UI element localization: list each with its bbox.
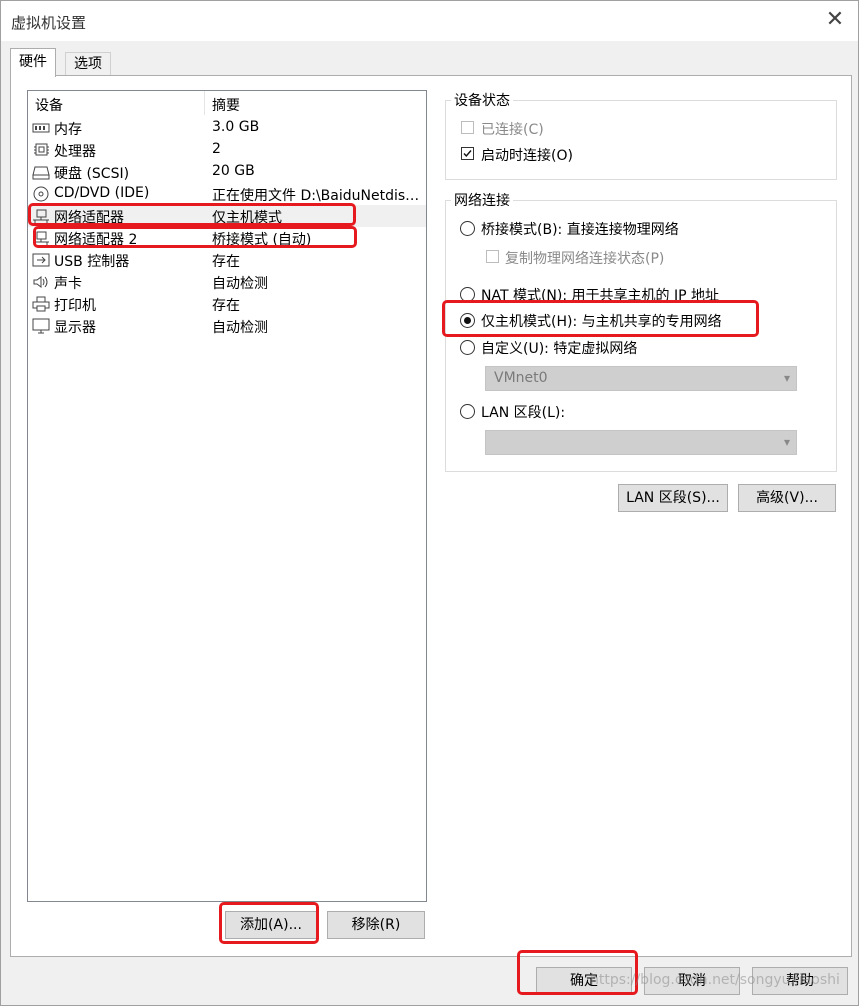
cd-dvd-icon — [33, 186, 49, 202]
host-only-label: 仅主机模式(H): 与主机共享的专用网络 — [481, 314, 722, 330]
settings-window: 虚拟机设置 ✕ 硬件 选项 设备 摘要 内存 3.0 GB 处理器 2 硬盘 (… — [0, 0, 859, 1006]
printer-icon — [32, 296, 50, 312]
connect-at-power-on-checkbox[interactable] — [461, 147, 474, 160]
connected-checkbox[interactable] — [461, 121, 474, 134]
device-summary: 2 — [212, 141, 221, 157]
bridged-label: 桥接模式(B): 直接连接物理网络 — [481, 222, 679, 238]
device-row-sound-card[interactable]: 声卡 自动检测 — [28, 271, 426, 293]
lan-segment-select[interactable]: ▾ — [485, 430, 797, 455]
device-list[interactable]: 设备 摘要 内存 3.0 GB 处理器 2 硬盘 (SCSI) 20 GB CD… — [27, 90, 427, 902]
column-header-summary[interactable]: 摘要 — [212, 95, 240, 115]
replicate-state-label: 复制物理网络连接状态(P) — [505, 251, 665, 267]
device-name: 处理器 — [54, 144, 96, 160]
sound-icon — [33, 276, 48, 288]
device-row-network-adapter[interactable]: 网络适配器 仅主机模式 — [28, 205, 426, 227]
advanced-button[interactable]: 高级(V)... — [738, 484, 836, 512]
device-summary: 自动检测 — [212, 320, 268, 336]
nat-radio[interactable] — [460, 287, 475, 302]
device-row-processor[interactable]: 处理器 2 — [28, 139, 426, 161]
network-connection-title: 网络连接 — [451, 190, 513, 210]
tab-options[interactable]: 选项 — [65, 52, 111, 76]
column-header-device[interactable]: 设备 — [35, 95, 63, 115]
device-summary: 桥接模式 (自动) — [212, 232, 312, 248]
device-summary: 自动检测 — [212, 276, 268, 292]
device-row-hard-disk[interactable]: 硬盘 (SCSI) 20 GB — [28, 161, 426, 183]
connect-at-power-on-label: 启动时连接(O) — [481, 148, 573, 164]
device-name: 内存 — [54, 122, 82, 138]
device-summary: 20 GB — [212, 163, 255, 179]
hardware-panel: 设备 摘要 内存 3.0 GB 处理器 2 硬盘 (SCSI) 20 GB CD… — [10, 75, 852, 957]
device-summary: 正在使用文件 D:\BaiduNetdis… — [212, 188, 420, 204]
device-name: 打印机 — [54, 298, 96, 314]
custom-label: 自定义(U): 特定虚拟网络 — [481, 341, 638, 357]
network-adapter-icon — [33, 209, 49, 223]
watermark: https://blog.csdn.net/songyuxiaoshi — [590, 972, 840, 988]
replicate-state-checkbox[interactable] — [486, 250, 499, 263]
close-icon[interactable]: ✕ — [824, 9, 846, 31]
title-bar: 虚拟机设置 ✕ — [1, 1, 858, 41]
usb-icon — [32, 253, 50, 267]
memory-icon — [32, 123, 50, 133]
lan-segment-label: LAN 区段(L): — [481, 405, 566, 421]
device-row-network-adapter-2[interactable]: 网络适配器 2 桥接模式 (自动) — [28, 227, 426, 249]
chevron-down-icon: ▾ — [783, 371, 790, 385]
device-name: USB 控制器 — [54, 254, 130, 270]
device-name: 硬盘 (SCSI) — [54, 166, 130, 182]
custom-network-value: VMnet0 — [494, 370, 548, 386]
device-list-header: 设备 摘要 — [28, 91, 426, 115]
device-summary: 仅主机模式 — [212, 210, 282, 226]
custom-radio[interactable] — [460, 340, 475, 355]
checkmark-icon — [463, 150, 472, 158]
device-status-title: 设备状态 — [451, 90, 513, 110]
lan-segment-radio[interactable] — [460, 404, 475, 419]
remove-button[interactable]: 移除(R) — [327, 911, 425, 939]
hard-disk-icon — [32, 166, 50, 180]
device-name: CD/DVD (IDE) — [54, 185, 150, 201]
tab-hardware[interactable]: 硬件 — [10, 48, 56, 77]
device-row-printer[interactable]: 打印机 存在 — [28, 293, 426, 315]
device-name: 显示器 — [54, 320, 96, 336]
display-icon — [32, 318, 50, 334]
device-row-display[interactable]: 显示器 自动检测 — [28, 315, 426, 337]
connected-label: 已连接(C) — [481, 122, 544, 138]
nat-label: NAT 模式(N): 用于共享主机的 IP 地址 — [481, 288, 719, 304]
device-name: 网络适配器 — [54, 210, 124, 226]
host-only-radio[interactable] — [460, 313, 475, 328]
device-summary: 存在 — [212, 298, 240, 314]
device-row-usb-controller[interactable]: USB 控制器 存在 — [28, 249, 426, 271]
device-summary: 存在 — [212, 254, 240, 270]
add-button[interactable]: 添加(A)... — [225, 911, 317, 939]
device-row-memory[interactable]: 内存 3.0 GB — [28, 117, 426, 139]
device-name: 声卡 — [54, 276, 82, 292]
device-summary: 3.0 GB — [212, 119, 260, 135]
custom-network-select[interactable]: VMnet0 ▾ — [485, 366, 797, 391]
device-row-cd-dvd[interactable]: CD/DVD (IDE) 正在使用文件 D:\BaiduNetdis… — [28, 183, 426, 205]
network-adapter-icon — [33, 231, 49, 245]
window-title: 虚拟机设置 — [11, 14, 87, 32]
chevron-down-icon: ▾ — [783, 435, 790, 449]
device-status-group — [445, 100, 837, 180]
bridged-radio[interactable] — [460, 221, 475, 236]
processor-icon — [34, 143, 49, 156]
lan-segments-button[interactable]: LAN 区段(S)... — [618, 484, 728, 512]
device-name: 网络适配器 2 — [54, 232, 138, 248]
